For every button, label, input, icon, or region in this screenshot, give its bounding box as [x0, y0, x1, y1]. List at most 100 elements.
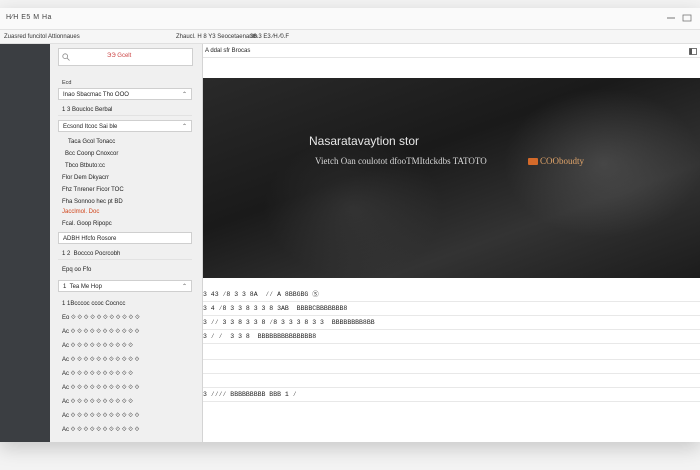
list-item-label: 1 2 Boccco Pocrcobh [62, 251, 121, 257]
filter-row-label: Fhz Tnrener Ficor TOC [62, 187, 124, 193]
row-divider [203, 401, 700, 402]
toolbar-mid-label[interactable]: Zhaucl. H 8 Y3 Seocetaenanth [176, 34, 258, 40]
sidebar-item[interactable] [0, 250, 50, 260]
group-header[interactable]: Ecd [58, 78, 192, 88]
title-bar: H⁄H E5 M Ha [0, 8, 700, 30]
filter-row-label: Ecsond Itcoc Sai ble [63, 124, 118, 130]
filter-row-label: Bcc Coonp Cnoxcor [62, 151, 119, 157]
row-divider [203, 301, 700, 302]
sidebar-item[interactable] [0, 62, 50, 72]
hero-title: Nasaratavaytion stor [309, 134, 420, 148]
sidebar-item[interactable] [0, 108, 50, 118]
sidebar-item[interactable] [0, 184, 50, 194]
filter-row-label: Jacclmol. Doc [62, 209, 100, 215]
row-divider [203, 343, 700, 344]
list-item-label: Ac ⟐ ⟐ ⟐ ⟐ ⟐ ⟐ ⟐ ⟐ ⟐ ⟐ ⟐ [62, 329, 140, 335]
filter-row[interactable]: Ecsond Itcoc Sai ble ⌃ [58, 120, 192, 132]
list-item-label: 1 1Bcccoc ccoc Cocncc [62, 301, 126, 307]
table-row[interactable]: 3 ⁄⁄ 3 3 8 3 3 8 ⁄8 3 3 3 8 3 3 BBBBBBBB… [203, 317, 375, 329]
panel-toggle-icon[interactable] [689, 48, 697, 55]
sidebar-item[interactable] [0, 170, 50, 180]
row-divider [203, 329, 700, 330]
list-item[interactable]: Ac ⟐ ⟐ ⟐ ⟐ ⟐ ⟐ ⟐ ⟐ ⟐ ⟐ ⟐ [58, 410, 192, 422]
filter-row-label: 1 3 Boucloc Berbal [62, 107, 113, 113]
list-item-label: Ac ⟐ ⟐ ⟐ ⟐ ⟐ ⟐ ⟐ ⟐ ⟐ ⟐ ⟐ [62, 385, 140, 391]
chevron-icon[interactable]: ⌃ [182, 89, 187, 99]
filter-row-label: I​na​o Sbacmac Tho OOO [63, 92, 129, 98]
toolbar: Zuasred funcitol Attionnaues Zhaucl. H 8… [0, 30, 700, 44]
sidebar-item[interactable] [0, 260, 50, 270]
table-row[interactable]: 3 4 ⁄8 3 3 8 3 3 8 3AB BBBBCBBBBBBB8 [203, 303, 347, 315]
list-item[interactable]: Epq oo Ffo [58, 264, 192, 276]
panel-header-tab: ЭЭ Gcelt [107, 53, 132, 59]
filter-row[interactable]: Fhz Tnrener Ficor TOC [58, 184, 192, 196]
filter-row[interactable]: 1 3 Boucloc Berbal [58, 104, 192, 116]
sidebar-item[interactable] [0, 216, 50, 226]
list-item-label: Ac ⟐ ⟐ ⟐ ⟐ ⟐ ⟐ ⟐ ⟐ ⟐ ⟐ [62, 343, 133, 349]
filter-row-label: Fcal. Goop Ripopc [62, 221, 112, 227]
list-item[interactable]: Ac ⟐ ⟐ ⟐ ⟐ ⟐ ⟐ ⟐ ⟐ ⟐ ⟐ ⟐ [58, 354, 192, 366]
list-item-label: Ac ⟐ ⟐ ⟐ ⟐ ⟐ ⟐ ⟐ ⟐ ⟐ ⟐ [62, 399, 133, 405]
row-divider [203, 315, 700, 316]
sidebar-item[interactable] [0, 92, 50, 102]
filter-row-label: Fha Sonnoo hec pt BD [62, 199, 123, 205]
list-item[interactable]: Ac ⟐ ⟐ ⟐ ⟐ ⟐ ⟐ ⟐ ⟐ ⟐ ⟐ [58, 368, 192, 380]
sidebar [0, 44, 50, 442]
list-item-label: Ac ⟐ ⟐ ⟐ ⟐ ⟐ ⟐ ⟐ ⟐ ⟐ ⟐ ⟐ [62, 357, 140, 363]
close-icon[interactable] [682, 14, 692, 22]
list-item[interactable]: Ac ⟐ ⟐ ⟐ ⟐ ⟐ ⟐ ⟐ ⟐ ⟐ ⟐ ⟐ [58, 382, 192, 394]
group-header-label: Ecd [62, 80, 72, 86]
filter-row-label: Tbco Btbuto:cc [62, 163, 106, 169]
filter-row[interactable]: Flor Dem Dkyacrr [58, 172, 192, 184]
list-item[interactable]: Ac ⟐ ⟐ ⟐ ⟐ ⟐ ⟐ ⟐ ⟐ ⟐ ⟐ ⟐ [58, 326, 192, 338]
row-divider [203, 373, 700, 374]
filter-row[interactable]: Tbco Btbuto:cc [58, 160, 192, 172]
list-item[interactable]: 1 1Bcccoc ccoc Cocncc [58, 298, 192, 310]
hero-badge-icon [528, 158, 538, 165]
group2-header[interactable]: ADBH Hfcfo Rosore [58, 232, 192, 244]
breadcrumb[interactable]: A ddal sfr Brocas [203, 44, 700, 58]
chevron-icon[interactable]: ⌃ [182, 281, 187, 291]
filter-row[interactable]: Fcal. Goop Ripopc [58, 218, 192, 230]
main-content: A ddal sfr Brocas Nasaratavaytion stor V… [203, 44, 700, 442]
chevron-icon[interactable]: ⌃ [182, 121, 187, 131]
list-item[interactable]: Eo ⟐ ⟐ ⟐ ⟐ ⟐ ⟐ ⟐ ⟐ ⟐ ⟐ ⟐ [58, 312, 192, 324]
filter-row-label: Flor Dem Dkyacrr [62, 175, 110, 181]
list-item[interactable]: Ac ⟐ ⟐ ⟐ ⟐ ⟐ ⟐ ⟐ ⟐ ⟐ ⟐ [58, 396, 192, 408]
list-item[interactable]: Ac ⟐ ⟐ ⟐ ⟐ ⟐ ⟐ ⟐ ⟐ ⟐ ⟐ [58, 340, 192, 352]
search-icon [62, 53, 70, 61]
minimize-icon[interactable] [666, 14, 676, 22]
hero-subtitle: Vietch Oan coulotot dfooTMItdckdbs TATOT… [315, 156, 487, 166]
list-item-label: Ac ⟐ ⟐ ⟐ ⟐ ⟐ ⟐ ⟐ ⟐ ⟐ ⟐ ⟐ [62, 427, 140, 433]
group2-header-label: ADBH Hfcfo Rosore [63, 236, 117, 242]
table-row[interactable]: 3 43 ⁄8 3 3 8A ⁄⁄ A 8BBGBG Ⓢ [203, 289, 319, 301]
toolbar-left-label[interactable]: Zuasred funcitol Attionnaues [4, 34, 80, 40]
filter-row[interactable]: Jacclmol. Doc [58, 206, 192, 218]
list-item[interactable]: Ac ⟐ ⟐ ⟐ ⟐ ⟐ ⟐ ⟐ ⟐ ⟐ ⟐ ⟐ [58, 424, 192, 436]
list-item[interactable]: 1 Tea Me Hop ⌃ [58, 280, 192, 292]
toolbar-right-label[interactable]: 36.3 E3 ⁄H ⁄0.F [250, 34, 289, 40]
filter-row[interactable]: Taca Gcol Tonacc [58, 136, 192, 148]
list-item-label: 1 Tea Me Hop [63, 284, 102, 290]
window-title: H⁄H E5 M Ha [6, 14, 52, 21]
panel-search-box[interactable]: ЭЭ Gcelt [58, 48, 193, 66]
filter-row[interactable]: I​na​o Sbacmac Tho OOO ⌃ [58, 88, 192, 100]
list-item-label: Ac ⟐ ⟐ ⟐ ⟐ ⟐ ⟐ ⟐ ⟐ ⟐ ⟐ ⟐ [62, 413, 140, 419]
list-item[interactable]: 1 2 Boccco Pocrcobh [58, 248, 192, 260]
filter-row-label: Taca Gcol Tonacc [62, 139, 116, 145]
row-divider [203, 387, 700, 388]
list-item-label: Eo ⟐ ⟐ ⟐ ⟐ ⟐ ⟐ ⟐ ⟐ ⟐ ⟐ ⟐ [62, 315, 140, 321]
table-row[interactable]: 3 ⁄⁄⁄⁄ BBBBBBBBB BBB 1 ⁄ [203, 389, 297, 401]
table-row[interactable]: 3 ⁄ ⁄ 3 3 8 BBBBBBBBBBBBBB8 [203, 331, 316, 343]
app-window: H⁄H E5 M Ha Zuasred funcitol Attionnaues… [0, 8, 700, 442]
row-divider [203, 359, 700, 360]
sidebar-item[interactable] [0, 78, 50, 88]
hero-banner: Nasaratavaytion stor Vietch Oan coulotot… [203, 78, 700, 278]
sidebar-item[interactable] [0, 198, 50, 208]
sidebar-item[interactable] [0, 142, 50, 152]
hero-badge-text[interactable]: COOboudty [540, 156, 584, 166]
filter-row[interactable]: Bcc Coonp Cnoxcor [58, 148, 192, 160]
list-item-label: Ac ⟐ ⟐ ⟐ ⟐ ⟐ ⟐ ⟐ ⟐ ⟐ ⟐ [62, 371, 133, 377]
sidebar-item[interactable] [0, 236, 50, 246]
sidebar-item[interactable] [0, 156, 50, 166]
